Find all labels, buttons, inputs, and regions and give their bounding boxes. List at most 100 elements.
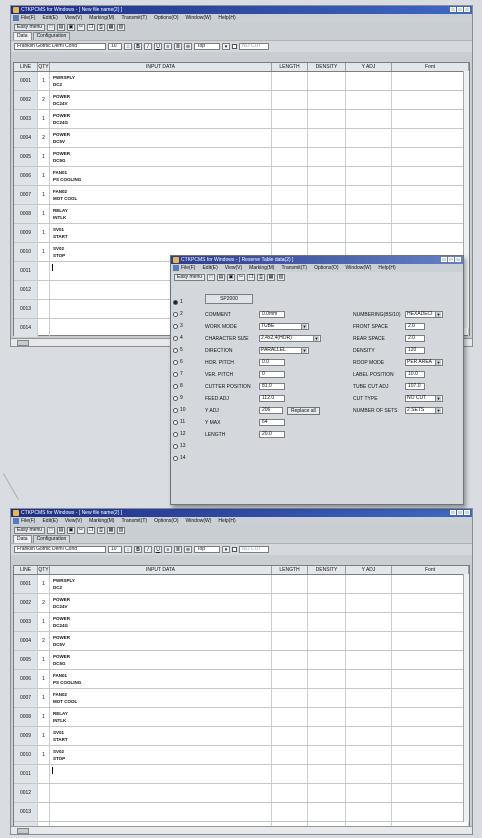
input-data-cell[interactable]: PWRSPLY DC2 <box>50 575 272 593</box>
bold-icon[interactable]: B <box>134 43 142 50</box>
easy-menu-button[interactable]: Easy menu <box>14 526 46 534</box>
y-adj-cell[interactable] <box>346 148 392 166</box>
density-cell[interactable] <box>308 110 346 128</box>
input-data-cell[interactable]: SV01 START <box>50 224 272 242</box>
menu-options[interactable]: Options(O) <box>154 517 178 525</box>
length-cell[interactable] <box>272 670 308 688</box>
maximize-button[interactable] <box>448 257 454 262</box>
cut-checkbox[interactable] <box>232 44 237 49</box>
chevron-down-icon[interactable]: ▼ <box>301 348 307 353</box>
input-data-cell[interactable] <box>50 803 272 821</box>
setting-dropdown[interactable]: HEXADECI ▼ <box>405 311 443 318</box>
table-radio[interactable]: 7 <box>173 368 197 380</box>
bold-icon[interactable]: B <box>134 546 142 553</box>
length-cell[interactable] <box>272 632 308 650</box>
align-center-icon[interactable]: ≣ <box>174 43 182 50</box>
qty-cell[interactable]: 1 <box>38 224 50 242</box>
font-cell[interactable] <box>392 632 469 650</box>
menu-transmit[interactable]: Transmit(T) <box>281 264 307 272</box>
setting-input[interactable]: 120 <box>405 347 425 354</box>
new-icon[interactable]: □ <box>207 273 216 281</box>
qty-cell[interactable]: 1 <box>38 670 50 688</box>
close-button[interactable] <box>455 257 461 262</box>
font-cell[interactable] <box>392 803 469 821</box>
font-cell[interactable] <box>392 224 469 242</box>
y-adj-cell[interactable] <box>346 765 392 783</box>
menu-window[interactable]: Window(W) <box>346 264 372 272</box>
grid-icon[interactable]: ▥ <box>277 273 286 281</box>
input-data-cell[interactable]: FAN02 MOT COOL <box>50 186 272 204</box>
replace-all-button[interactable]: Replace all <box>287 406 320 415</box>
qty-cell[interactable] <box>38 784 50 802</box>
y-adj-cell[interactable] <box>346 110 392 128</box>
setting-input[interactable]: 64 <box>259 419 285 426</box>
font-cell[interactable] <box>392 689 469 707</box>
density-cell[interactable] <box>308 575 346 593</box>
header-line[interactable]: LINE <box>14 63 38 71</box>
setting-input[interactable]: 107.0 <box>405 383 425 390</box>
font-cell[interactable] <box>392 110 469 128</box>
table-radio[interactable]: 12 <box>173 428 197 440</box>
length-cell[interactable] <box>272 651 308 669</box>
menu-edit[interactable]: Edit(E) <box>42 517 57 525</box>
header-y-adj[interactable]: Y ADJ <box>346 63 392 71</box>
table-row[interactable]: 0009 1 SV01 START <box>14 727 469 746</box>
size-select[interactable]: 10 <box>108 546 122 553</box>
table-row[interactable]: 0013 <box>14 803 469 822</box>
setting-input[interactable]: 10.0 <box>405 371 425 378</box>
y-adj-cell[interactable] <box>346 670 392 688</box>
setting-dropdown[interactable]: NO CUT ▼ <box>405 395 443 402</box>
close-button[interactable] <box>464 7 470 12</box>
table-row[interactable]: 0001 1 PWRSPLY DC2 <box>14 72 469 91</box>
cut-select[interactable]: NO CUT <box>239 546 269 553</box>
header-line[interactable]: LINE <box>14 566 38 574</box>
length-cell[interactable] <box>272 167 308 185</box>
input-data-cell[interactable]: POWER DC5G <box>50 651 272 669</box>
density-cell[interactable] <box>308 746 346 764</box>
easy-menu-button[interactable]: Easy menu <box>14 23 46 31</box>
menu-view[interactable]: View(V) <box>225 264 242 272</box>
font-select[interactable]: Franklin Gothic Demi Cond <box>14 546 106 553</box>
underline-icon[interactable]: U <box>154 43 162 50</box>
qty-cell[interactable] <box>38 765 50 783</box>
menu-transmit[interactable]: Transmit(T) <box>121 517 147 525</box>
y-adj-cell[interactable] <box>346 72 392 90</box>
header-font[interactable]: Font <box>392 63 469 71</box>
font-cell[interactable] <box>392 670 469 688</box>
italic-icon[interactable]: / <box>144 546 152 553</box>
align-left-icon[interactable]: ≡ <box>164 546 172 553</box>
length-cell[interactable] <box>272 148 308 166</box>
qty-cell[interactable] <box>38 262 50 280</box>
y-adj-cell[interactable] <box>346 594 392 612</box>
table-row[interactable]: 0011 <box>14 765 469 784</box>
table-row[interactable]: 0004 2 POWER DC5V <box>14 632 469 651</box>
setting-dropdown[interactable]: 2.4x2.4(HOR) ▼ <box>259 335 321 342</box>
font-cell[interactable] <box>392 167 469 185</box>
density-cell[interactable] <box>308 186 346 204</box>
font-cell[interactable] <box>392 575 469 593</box>
qty-cell[interactable] <box>38 300 50 318</box>
table-radio[interactable]: 4 <box>173 332 197 344</box>
table-row[interactable]: 0012 <box>14 784 469 803</box>
font-cell[interactable] <box>392 708 469 726</box>
y-adj-cell[interactable] <box>346 784 392 802</box>
density-cell[interactable] <box>308 167 346 185</box>
qty-cell[interactable]: 1 <box>38 167 50 185</box>
easy-menu-button[interactable]: Easy menu <box>174 273 206 281</box>
table-icon[interactable]: ▦ <box>107 526 116 534</box>
new-icon[interactable]: □ <box>47 526 56 534</box>
align-left-icon[interactable]: ≡ <box>164 43 172 50</box>
y-adj-cell[interactable] <box>346 746 392 764</box>
length-cell[interactable] <box>272 727 308 745</box>
table-row[interactable]: 0001 1 PWRSPLY DC2 <box>14 575 469 594</box>
qty-cell[interactable]: 1 <box>38 746 50 764</box>
menu-window[interactable]: Window(W) <box>186 14 212 22</box>
menu-options[interactable]: Options(O) <box>154 14 178 22</box>
save-icon[interactable]: ▣ <box>67 526 76 534</box>
density-cell[interactable] <box>308 765 346 783</box>
font-cell[interactable] <box>392 613 469 631</box>
input-data-cell[interactable]: RELAY INTLK <box>50 205 272 223</box>
print-icon[interactable]: ⎙ <box>97 23 106 31</box>
table-radio[interactable]: 14 <box>173 452 197 464</box>
length-cell[interactable] <box>272 784 308 802</box>
